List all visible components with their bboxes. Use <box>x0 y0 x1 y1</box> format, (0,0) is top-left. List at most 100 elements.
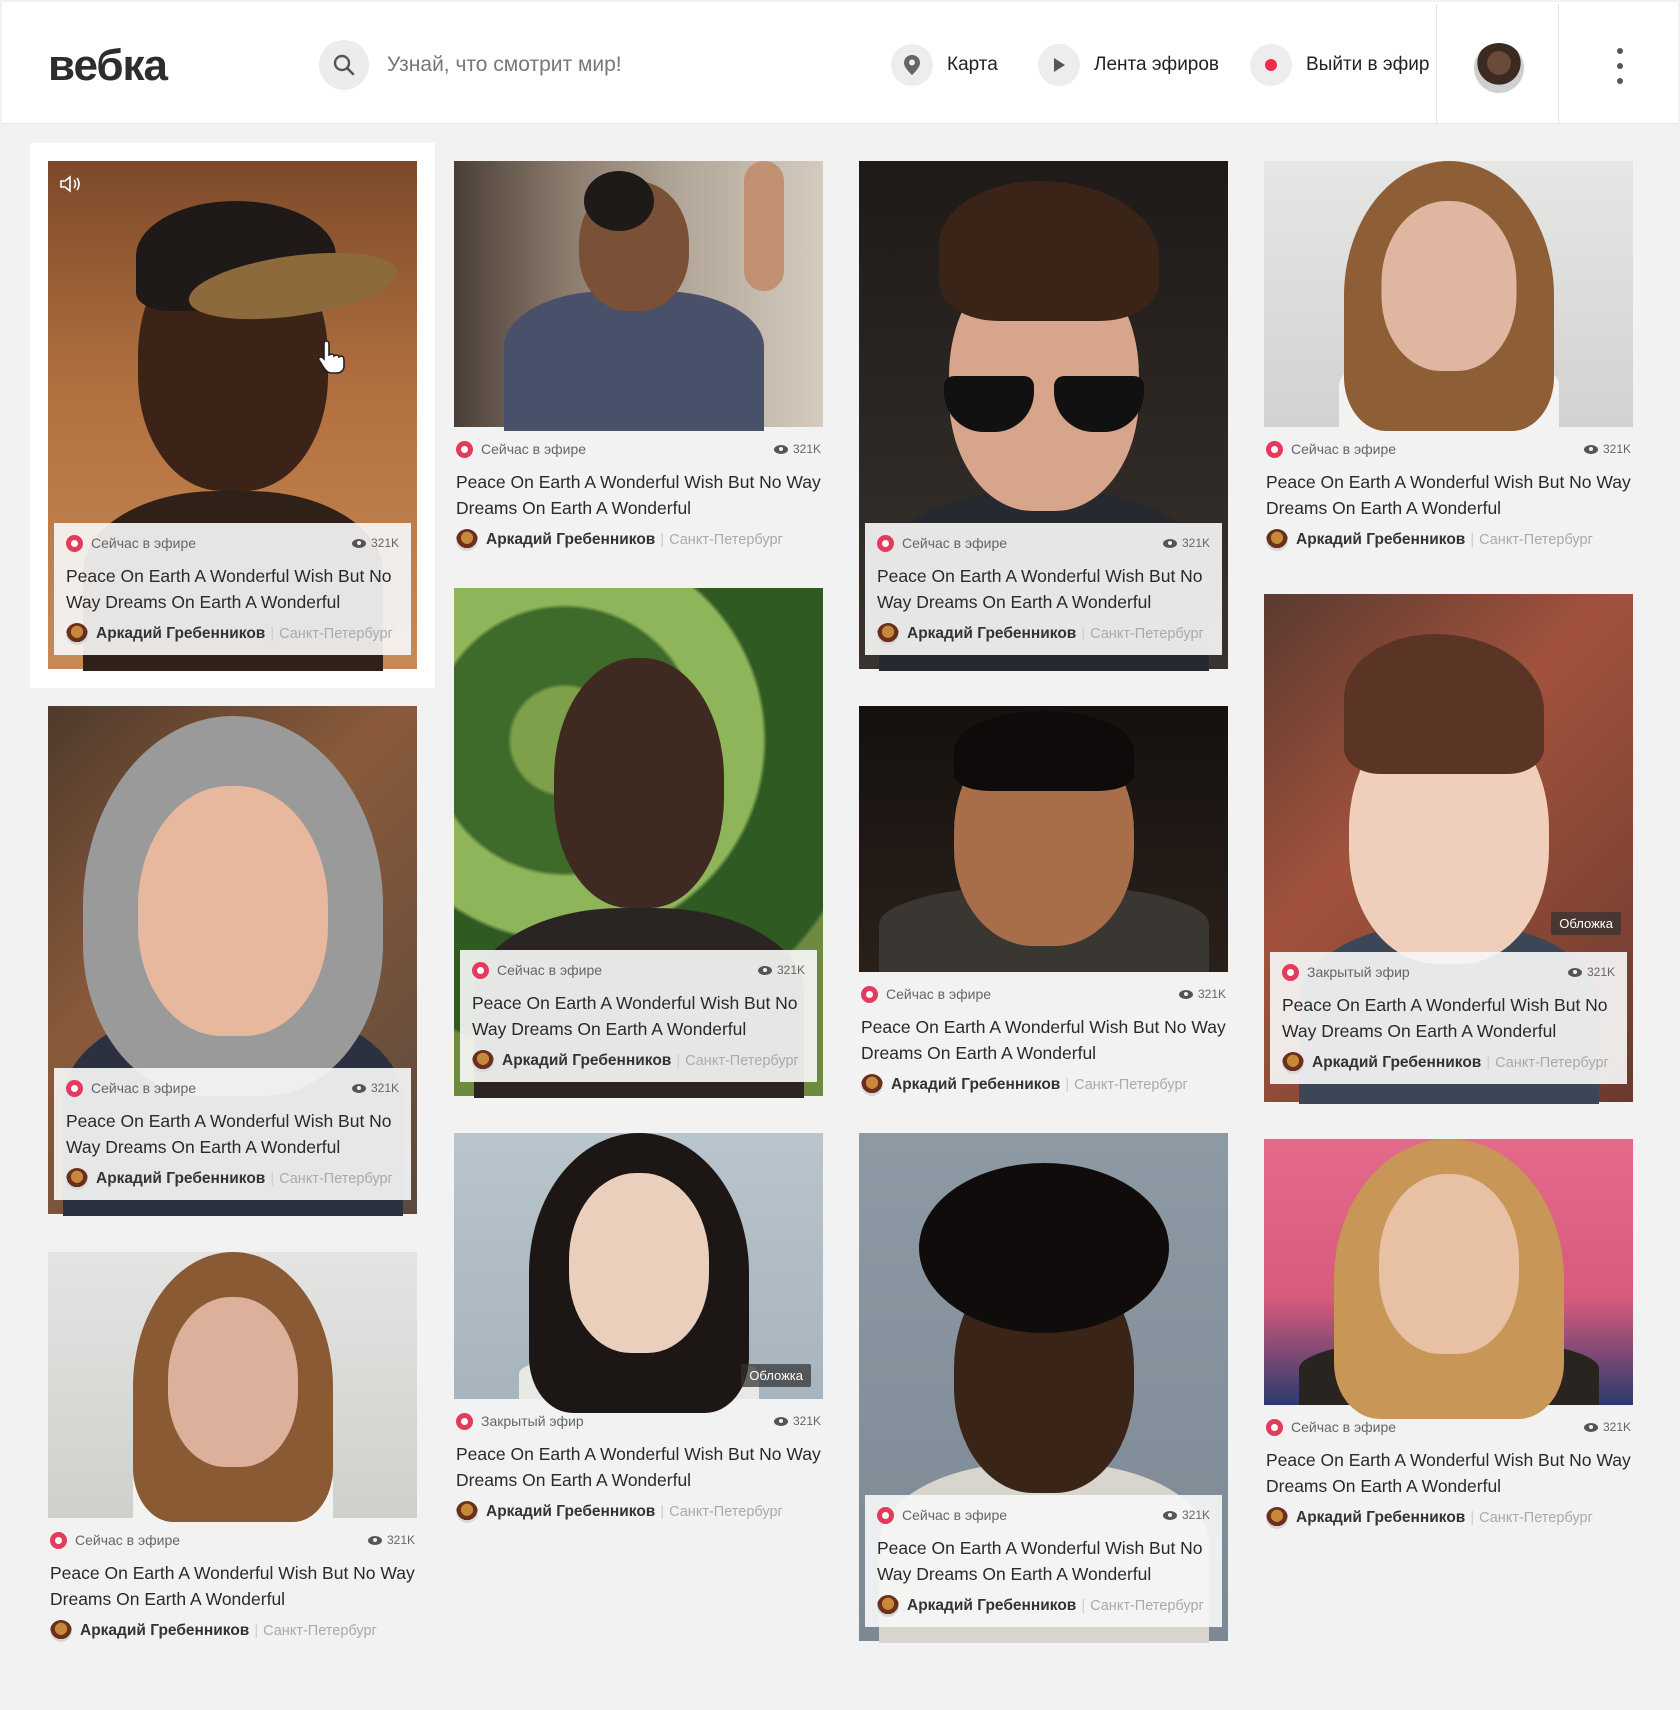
stream-title[interactable]: Peace On Earth A Wonderful Wish But No W… <box>66 563 399 615</box>
cover-badge: Обложка <box>1551 912 1621 935</box>
stream-card[interactable]: Сейчас в эфире 321K Peace On Earth A Won… <box>1264 161 1633 561</box>
author-avatar[interactable] <box>861 1074 883 1096</box>
logo[interactable]: вебка <box>48 42 168 90</box>
stream-title[interactable]: Peace On Earth A Wonderful Wish But No W… <box>50 1560 415 1612</box>
stream-title[interactable]: Peace On Earth A Wonderful Wish But No W… <box>877 563 1210 615</box>
author-name[interactable]: Аркадий Гребенников <box>891 1076 1060 1094</box>
view-count: 321K <box>1181 1508 1210 1522</box>
author-name[interactable]: Аркадий Гребенников <box>80 1622 249 1640</box>
live-status-icon <box>456 1412 473 1430</box>
author-city: Санкт-Петербург <box>1076 626 1204 642</box>
sound-icon[interactable] <box>58 173 84 195</box>
stream-title[interactable]: Peace On Earth A Wonderful Wish But No W… <box>472 990 805 1042</box>
view-count: 321K <box>370 536 399 550</box>
stream-title[interactable]: Peace On Earth A Wonderful Wish But No W… <box>66 1108 399 1160</box>
live-status-icon <box>66 1079 83 1097</box>
author-city: Санкт-Петербург <box>1465 532 1593 548</box>
author-avatar[interactable] <box>1266 1507 1288 1529</box>
author-name[interactable]: Аркадий Гребенников <box>502 1052 671 1070</box>
stream-title[interactable]: Peace On Earth A Wonderful Wish But No W… <box>861 1014 1226 1066</box>
go-live-button[interactable]: Выйти в эфир <box>1250 40 1429 90</box>
cover-badge: Обложка <box>741 1364 811 1387</box>
live-status-icon <box>861 985 878 1003</box>
search-button[interactable] <box>319 40 369 90</box>
stream-status: Сейчас в эфире <box>91 1080 197 1096</box>
nav-feed[interactable]: Лента эфиров <box>1038 40 1219 90</box>
author-name[interactable]: Аркадий Гребенников <box>96 625 265 643</box>
stream-card[interactable]: Обложка Закрытый эфир 321K Peace On Eart… <box>454 1133 823 1533</box>
author-name[interactable]: Аркадий Гребенников <box>1312 1054 1481 1072</box>
stream-thumbnail[interactable] <box>1264 1139 1633 1419</box>
author-avatar[interactable] <box>1266 529 1288 551</box>
author-avatar[interactable] <box>50 1620 72 1642</box>
author-name[interactable]: Аркадий Гребенников <box>96 1170 265 1188</box>
stream-status: Сейчас в эфире <box>75 1532 181 1548</box>
card-info: Закрытый эфир 321K Peace On Earth A Wond… <box>454 1411 823 1523</box>
stream-title[interactable]: Peace On Earth A Wonderful Wish But No W… <box>1266 1447 1631 1499</box>
stream-card[interactable]: Сейчас в эфире 321K Peace On Earth A Won… <box>48 161 417 671</box>
eye-icon <box>1162 538 1177 548</box>
stream-thumbnail[interactable] <box>454 161 823 431</box>
stream-card[interactable]: Сейчас в эфире 321K Peace On Earth A Won… <box>454 161 823 561</box>
eye-icon <box>773 1416 788 1426</box>
author-city: Санкт-Петербург <box>1076 1598 1204 1614</box>
stream-card[interactable]: Сейчас в эфире 321K Peace On Earth A Won… <box>48 706 417 1216</box>
more-menu-icon[interactable] <box>1604 46 1636 86</box>
stream-card[interactable]: Сейчас в эфире 321K Peace On Earth A Won… <box>454 588 823 1098</box>
search-input[interactable]: Узнай, что смотрит мир! <box>387 52 622 78</box>
stream-thumbnail[interactable] <box>859 706 1228 972</box>
stream-card[interactable]: Сейчас в эфире 321K Peace On Earth A Won… <box>1264 1139 1633 1539</box>
eye-icon <box>757 965 772 975</box>
hand-cursor-icon <box>317 340 345 374</box>
author-avatar[interactable] <box>66 623 88 645</box>
stream-thumbnail[interactable] <box>1264 161 1633 431</box>
stream-title[interactable]: Peace On Earth A Wonderful Wish But No W… <box>456 1441 821 1493</box>
author-name[interactable]: Аркадий Гребенников <box>1296 531 1465 549</box>
stream-card[interactable]: Обложка Закрытый эфир 321K Peace On Eart… <box>1264 594 1633 1104</box>
stream-thumbnail[interactable]: Обложка <box>454 1133 823 1413</box>
nav-feed-label: Лента эфиров <box>1094 54 1220 75</box>
eye-icon <box>773 444 788 454</box>
author-name[interactable]: Аркадий Гребенников <box>907 1597 1076 1615</box>
nav-map[interactable]: Карта <box>891 40 998 90</box>
card-info: Сейчас в эфире 321K Peace On Earth A Won… <box>454 439 823 551</box>
map-pin-icon <box>904 55 920 75</box>
stream-title[interactable]: Peace On Earth A Wonderful Wish But No W… <box>1282 992 1615 1044</box>
stream-card[interactable]: Сейчас в эфире 321K Peace On Earth A Won… <box>859 706 1228 1106</box>
live-status-icon <box>1266 440 1283 458</box>
stream-card[interactable]: Сейчас в эфире 321K Peace On Earth A Won… <box>859 1133 1228 1643</box>
live-status-icon <box>66 534 83 552</box>
stream-status: Сейчас в эфире <box>902 535 1008 551</box>
stream-card[interactable]: Сейчас в эфире 321K Peace On Earth A Won… <box>859 161 1228 671</box>
view-count: 321K <box>1181 536 1210 550</box>
author-avatar[interactable] <box>66 1168 88 1190</box>
stream-title[interactable]: Peace On Earth A Wonderful Wish But No W… <box>1266 469 1631 521</box>
author-avatar[interactable] <box>877 1595 899 1617</box>
author-name[interactable]: Аркадий Гребенников <box>907 625 1076 643</box>
author-avatar[interactable] <box>456 529 478 551</box>
live-status-icon <box>472 961 489 979</box>
stream-title[interactable]: Peace On Earth A Wonderful Wish But No W… <box>456 469 821 521</box>
stream-status: Сейчас в эфире <box>886 986 992 1002</box>
card-info: Сейчас в эфире 321K Peace On Earth A Won… <box>460 950 817 1082</box>
author-city: Санкт-Петербург <box>655 1504 783 1520</box>
author-avatar[interactable] <box>456 1501 478 1523</box>
stream-card[interactable]: Сейчас в эфире 321K Peace On Earth A Won… <box>48 1252 417 1652</box>
user-avatar[interactable] <box>1474 43 1524 93</box>
author-avatar[interactable] <box>1282 1052 1304 1074</box>
card-info: Сейчас в эфире 321K Peace On Earth A Won… <box>1264 439 1633 551</box>
stream-status: Сейчас в эфире <box>902 1507 1008 1523</box>
stream-thumbnail[interactable] <box>48 1252 417 1522</box>
author-name[interactable]: Аркадий Гребенников <box>486 531 655 549</box>
stream-status: Сейчас в эфире <box>497 962 603 978</box>
author-name[interactable]: Аркадий Гребенников <box>486 1503 655 1521</box>
author-avatar[interactable] <box>472 1050 494 1072</box>
view-count: 321K <box>1586 965 1615 979</box>
live-status-icon <box>456 440 473 458</box>
live-status-icon <box>877 534 894 552</box>
author-avatar[interactable] <box>877 623 899 645</box>
card-info: Сейчас в эфире 321K Peace On Earth A Won… <box>859 984 1228 1096</box>
author-name[interactable]: Аркадий Гребенников <box>1296 1509 1465 1527</box>
stream-title[interactable]: Peace On Earth A Wonderful Wish But No W… <box>877 1535 1210 1587</box>
author-city: Санкт-Петербург <box>655 532 783 548</box>
